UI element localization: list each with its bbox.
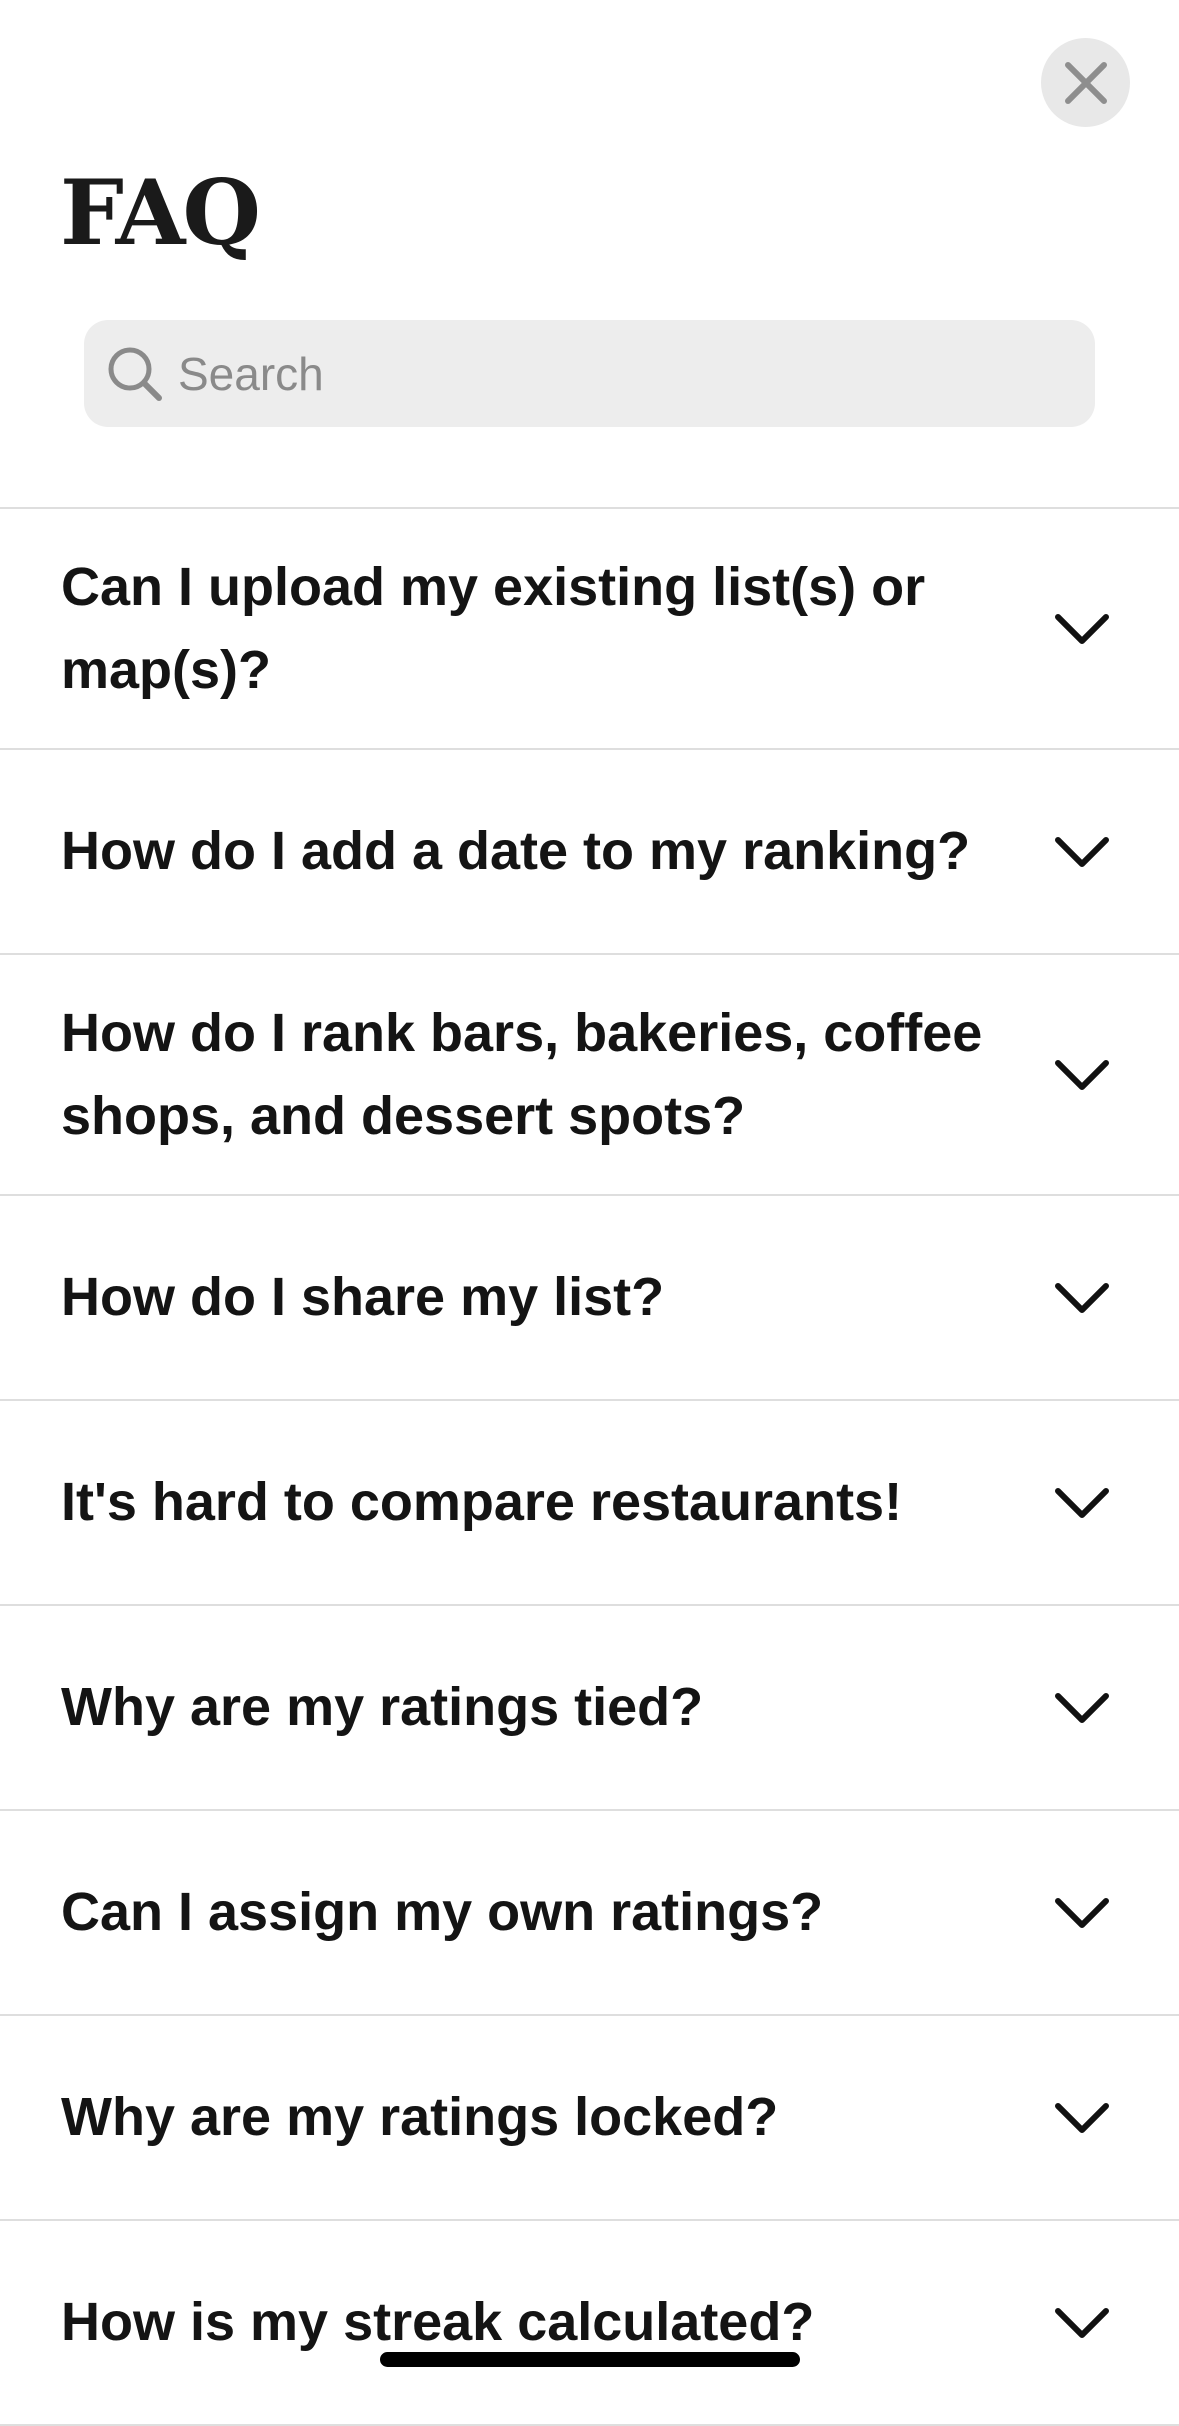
faq-question: Can I upload my existing list(s) or map(… — [61, 556, 926, 700]
faq-item[interactable]: Can I assign my own ratings? — [0, 1811, 1179, 2016]
faq-list: Can I upload my existing list(s) or map(… — [0, 507, 1179, 2426]
faq-question: How do I rank bars, bakeries, coffee sho… — [61, 1002, 983, 1146]
chevron-down-icon[interactable] — [1053, 1684, 1111, 1732]
chevron-down-icon[interactable] — [1053, 1889, 1111, 1937]
chevron-down-icon[interactable] — [1053, 1051, 1111, 1099]
faq-item[interactable]: How do I share my list? — [0, 1196, 1179, 1401]
chevron-down-icon[interactable] — [1053, 2094, 1111, 2142]
chevron-down-icon[interactable] — [1053, 1274, 1111, 1322]
faq-question: It's hard to compare restaurants! — [61, 1472, 903, 1532]
close-icon — [1064, 61, 1107, 104]
chevron-down-icon[interactable] — [1053, 2299, 1111, 2347]
chevron-down-icon[interactable] — [1053, 605, 1111, 653]
faq-item[interactable]: Why are my ratings locked? — [0, 2016, 1179, 2221]
search-icon — [104, 343, 166, 405]
faq-question: How do I share my list? — [61, 1267, 665, 1327]
faq-question: Can I assign my own ratings? — [61, 1882, 824, 1942]
faq-item[interactable]: How do I rank bars, bakeries, coffee sho… — [0, 955, 1179, 1196]
faq-item[interactable]: How is my streak calculated? — [0, 2221, 1179, 2426]
faq-question: Why are my ratings tied? — [61, 1677, 704, 1737]
search-input[interactable] — [178, 333, 1058, 414]
close-button[interactable] — [1041, 38, 1130, 127]
search-bar[interactable] — [84, 320, 1095, 427]
page-title: FAQ — [60, 160, 261, 266]
faq-item[interactable]: Can I upload my existing list(s) or map(… — [0, 509, 1179, 750]
faq-item[interactable]: Why are my ratings tied? — [0, 1606, 1179, 1811]
home-indicator[interactable] — [380, 2352, 800, 2367]
faq-item[interactable]: How do I add a date to my ranking? — [0, 750, 1179, 955]
faq-item[interactable]: It's hard to compare restaurants! — [0, 1401, 1179, 1606]
chevron-down-icon[interactable] — [1053, 1479, 1111, 1527]
faq-question: Why are my ratings locked? — [61, 2087, 779, 2147]
faq-question: How do I add a date to my ranking? — [61, 821, 971, 881]
chevron-down-icon[interactable] — [1053, 828, 1111, 876]
